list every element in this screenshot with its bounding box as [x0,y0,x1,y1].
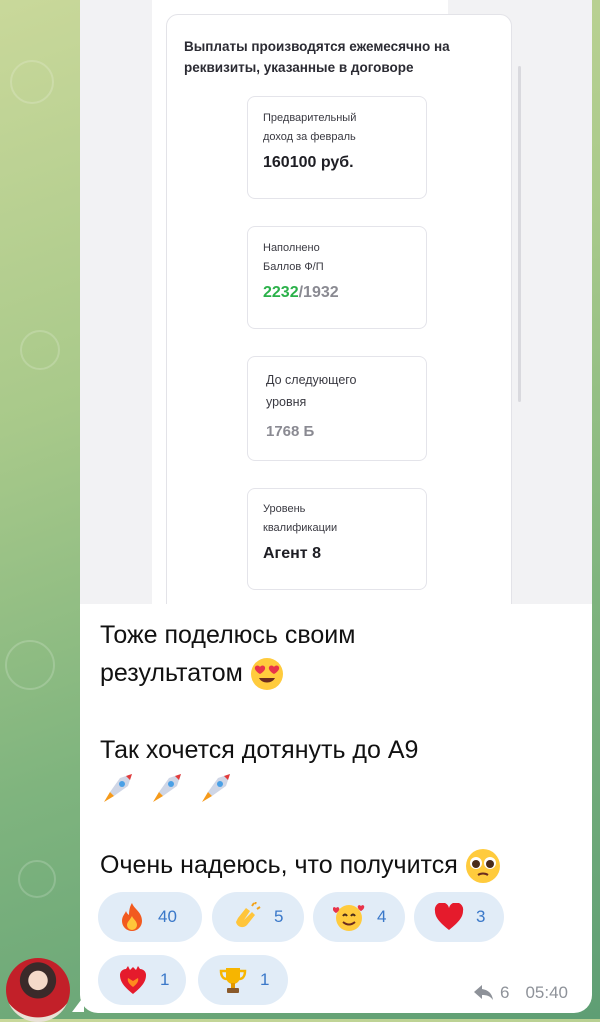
message-line-4-text: Очень надеюсь, что получится [100,851,458,879]
reply-arrow-icon[interactable] [474,985,494,1001]
reaction-trophy-count: 1 [260,970,270,989]
qualification-label-1: Уровень [263,503,306,515]
trophy-emoji [219,968,247,993]
payout-heading: Выплаты производятся ежемесячно на рекви… [184,39,450,75]
points-label-1: Наполнено [263,242,320,254]
wallpaper-doodle [5,640,55,690]
screenshot-scrollbar [518,66,521,402]
reaction-fire-count: 40 [158,907,177,926]
income-label-1: Предварительный [263,112,357,124]
replies-count[interactable]: 6 [500,983,509,1003]
attached-screenshot[interactable]: Выплаты производятся ежемесячно на рекви… [80,0,592,604]
heart-eyes-emoji [250,658,283,691]
reaction-heart[interactable]: 3 [414,892,504,942]
rocket-icon [104,774,132,802]
clapping-hands-emoji [236,902,261,928]
points-value: 2232/1932 [263,284,339,302]
reaction-clap[interactable]: 5 [212,892,304,942]
income-value: 160100 руб. [263,154,354,171]
wallpaper-doodle [20,330,60,370]
income-card: Предварительный доход за февраль 160100 … [247,96,427,199]
next-level-label-1: До следующего [266,373,357,387]
pleading-face-emoji [465,849,500,884]
bubble-tail [72,996,84,1012]
rockets-row [102,770,234,815]
points-label-2: Баллов Ф/П [263,261,324,273]
rocket-icon [152,774,181,802]
qualification-value: Агент 8 [263,545,321,562]
points-total: /1932 [298,284,339,301]
fire-emoji [122,903,142,931]
reaction-trophy[interactable]: 1 [198,955,288,1005]
message-line-2-text: результатом [100,659,243,687]
next-level-label-2: уровня [266,395,307,409]
message-time: 05:40 [525,983,569,1002]
reaction-heart-count: 3 [476,907,486,926]
reaction-clap-count: 5 [274,907,284,926]
wallpaper-doodle [18,860,56,898]
next-level-card: До следующего уровня 1768 Б [247,356,427,461]
reaction-fire[interactable]: 40 [98,892,202,942]
reaction-hearts-face[interactable]: 4 [313,892,405,942]
red-heart-emoji [434,903,464,930]
income-label-2: доход за февраль [263,131,356,143]
points-filled: 2232 [263,284,299,301]
sender-avatar[interactable] [6,958,70,1022]
wallpaper-doodle [10,60,54,104]
reaction-heart-fire[interactable]: 1 [98,955,186,1005]
reaction-hearts-face-count: 4 [377,907,387,926]
message-meta: 6 05:40 [474,983,568,1003]
message-line-1: Тоже поделюсь своим [100,621,356,649]
message-line-4: Очень надеюсь, что получится [100,846,501,884]
smiling-face-with-hearts-emoji [333,905,365,931]
reaction-heart-fire-count: 1 [160,970,170,989]
message-line-2: результатом [100,654,284,692]
heart-on-fire-emoji [120,966,146,994]
rocket-icon [201,774,230,802]
message-line-3: Так хочется дотянуть до А9 [100,736,419,764]
qualification-card: Уровень квалификации Агент 8 [247,488,427,590]
points-card: Наполнено Баллов Ф/П 2232/1932 [247,226,427,329]
next-level-value: 1768 Б [266,423,315,440]
qualification-label-2: квалификации [263,522,338,534]
